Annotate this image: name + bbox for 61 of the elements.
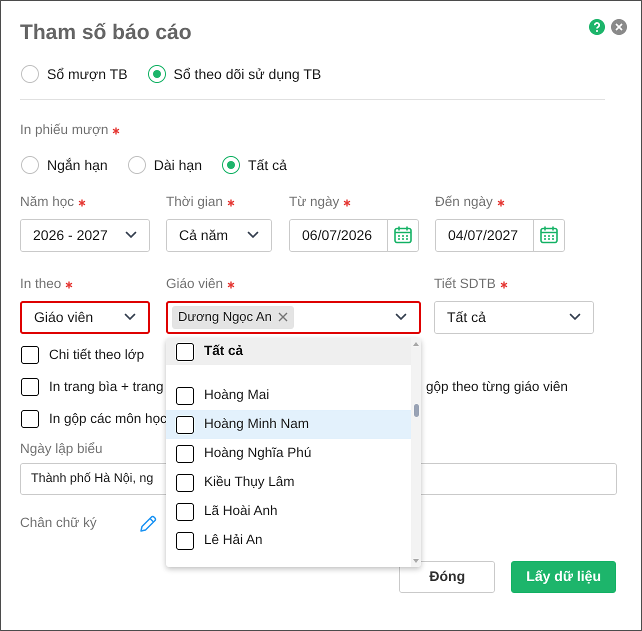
checkbox[interactable] (21, 410, 39, 428)
radio-label: Ngắn hạn (47, 156, 108, 175)
select-field[interactable]: Tất cả (434, 300, 594, 334)
checkbox[interactable] (176, 342, 194, 360)
chevron-down-icon (125, 231, 137, 239)
checkbox[interactable] (21, 346, 39, 364)
checkbox[interactable] (176, 502, 194, 520)
checkbox-label: In trang bìa + trang (49, 378, 164, 396)
checkbox[interactable] (176, 474, 194, 492)
radio-button[interactable] (148, 65, 166, 83)
radio-button[interactable] (21, 156, 39, 174)
dropdown-option[interactable]: Tất cả (166, 338, 411, 365)
checkbox[interactable] (21, 378, 39, 396)
remove-icon[interactable] (278, 312, 288, 322)
radio-label: Sổ mượn TB (47, 64, 128, 84)
pencil-icon[interactable] (138, 514, 158, 534)
field-label: Từ ngày (289, 193, 340, 212)
select-field[interactable]: 2026 - 2027 (20, 218, 150, 252)
radio-button[interactable] (21, 65, 39, 83)
radio-button[interactable] (222, 156, 240, 174)
radio-label: Dài hạn (154, 156, 202, 174)
field-label: Đến ngày (435, 193, 493, 212)
dropdown-option[interactable]: Hoàng Minh Nam (166, 410, 411, 439)
help-icon[interactable] (589, 19, 605, 35)
calendar-icon[interactable] (539, 225, 559, 245)
checkbox-label: In gộp các môn học (49, 410, 167, 428)
field-label: Năm học (20, 193, 74, 212)
select-field[interactable]: Giáo viên (20, 300, 150, 334)
multi-select-field[interactable]: Dương Ngọc An (166, 300, 421, 334)
selected-tag: Dương Ngọc An (172, 306, 294, 328)
checkbox-label: Chi tiết theo lớp (49, 346, 144, 364)
field-label: Thời gian (166, 193, 223, 212)
scrollbar[interactable] (411, 338, 421, 567)
dialog-button[interactable]: Đóng (399, 560, 496, 592)
chevron-down-icon (569, 313, 581, 321)
field-label: Ngày lập biểu (20, 440, 103, 456)
scrollbar-thumb[interactable] (414, 404, 418, 417)
date-field[interactable]: 06/07/2026 (289, 218, 419, 252)
field-label: Giáo viên (166, 275, 224, 294)
checkbox[interactable] (176, 532, 194, 550)
field-label: Chân chữ ký (20, 514, 98, 532)
checkbox[interactable] (176, 444, 194, 462)
select-field[interactable]: Cả năm (166, 218, 272, 252)
date-field[interactable]: 04/07/2027 (435, 218, 565, 252)
scroll-up-arrow-icon[interactable] (412, 340, 420, 348)
checkbox[interactable] (176, 416, 194, 434)
radio-label: Tất cả (248, 156, 287, 174)
chevron-down-icon (395, 313, 407, 321)
field-label: Tiết SDTB (434, 275, 496, 294)
checkbox-label: gộp theo từng giáo viên (426, 378, 568, 396)
chevron-down-icon (247, 231, 259, 239)
field-label: In phiếu mượn (20, 121, 108, 140)
calendar-icon[interactable] (393, 225, 413, 245)
radio-label: Sổ theo dõi sử dụng TB (174, 64, 322, 84)
checkbox[interactable] (176, 386, 194, 404)
chevron-down-icon (124, 313, 136, 321)
close-icon[interactable] (611, 19, 627, 35)
dialog-title: Tham số báo cáo (20, 20, 192, 46)
scroll-down-arrow-icon[interactable] (412, 557, 420, 565)
field-label: In theo (20, 275, 62, 294)
radio-button[interactable] (128, 156, 146, 174)
